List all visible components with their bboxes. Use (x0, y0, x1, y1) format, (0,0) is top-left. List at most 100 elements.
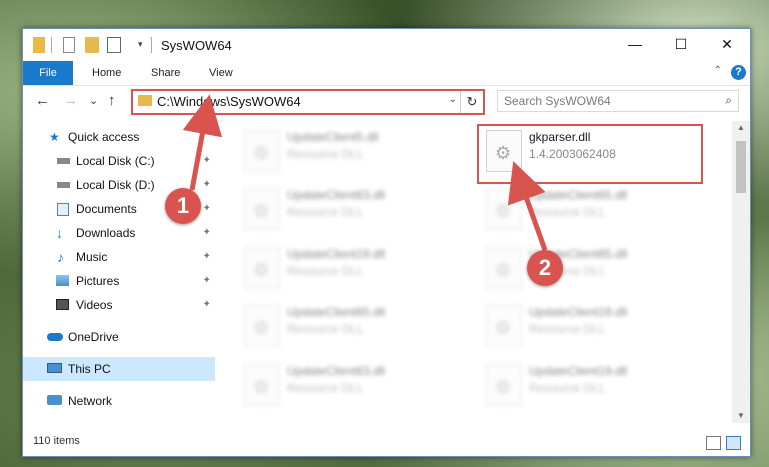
folder-icon (33, 37, 45, 53)
cloud-icon (47, 333, 63, 341)
tab-file[interactable]: File (23, 61, 73, 85)
tab-share[interactable]: Share (151, 61, 180, 85)
file-name: UpdateClient19.dll (287, 247, 386, 261)
network-icon (47, 395, 62, 405)
gear-icon: ⚙ (495, 377, 512, 397)
sidebar-item-onedrive[interactable]: OneDrive (23, 325, 215, 349)
sidebar-item-label: Network (68, 394, 113, 408)
file-item[interactable]: ⚙ UpdateClient19.dll Resource DLL (242, 243, 452, 291)
up-button[interactable]: ↑ (108, 92, 116, 109)
dll-file-icon: ⚙ (244, 130, 280, 172)
minimize-button[interactable]: — (612, 29, 658, 61)
sidebar-item-network[interactable]: Network (23, 389, 215, 413)
file-item[interactable]: ⚙ UpdateClient65.dll Resource DLL (484, 243, 694, 291)
collapse-ribbon-icon[interactable]: ⌃ (714, 65, 722, 76)
dll-file-icon: ⚙ (486, 305, 522, 347)
file-item[interactable]: ⚙ UpdateClient5.dll Resource DLL (242, 126, 452, 174)
sidebar-item-local-disk-c[interactable]: Local Disk (C:) ✦ (23, 149, 215, 173)
vertical-scrollbar[interactable]: ▲ ▼ (732, 121, 750, 423)
search-icon[interactable]: ⌕ (725, 93, 732, 108)
file-description: Resource DLL (287, 381, 364, 395)
maximize-button[interactable]: ☐ (658, 29, 704, 61)
computer-icon (47, 363, 62, 373)
status-bar: 110 items (23, 431, 750, 455)
refresh-button[interactable]: ↻ (460, 91, 483, 113)
sidebar-item-label: Videos (76, 298, 113, 312)
file-description: Resource DLL (529, 381, 606, 395)
forward-button[interactable]: → (63, 92, 78, 109)
file-item[interactable]: ⚙ UpdateClient19.dll Resource DLL (484, 301, 694, 349)
details-view-icon[interactable] (706, 436, 721, 450)
address-bar[interactable]: C:\Windows\SysWOW64 ⌄ ↻ (131, 89, 485, 115)
sidebar-item-downloads[interactable]: ↓ Downloads ✦ (23, 221, 215, 245)
file-name: UpdateClient65.dll (287, 305, 386, 319)
sidebar-item-videos[interactable]: Videos ✦ (23, 293, 215, 317)
gear-icon: ⚙ (253, 318, 270, 338)
file-item[interactable]: ⚙ UpdateClient65.dll Resource DLL (242, 301, 452, 349)
address-path[interactable]: C:\Windows\SysWOW64 (157, 94, 301, 109)
sidebar-item-music[interactable]: ♪ Music ✦ (23, 245, 215, 269)
dll-file-icon: ⚙ (486, 364, 522, 406)
highlight-box (477, 124, 703, 184)
tab-view[interactable]: View (209, 61, 233, 85)
pin-icon[interactable]: ✦ (203, 173, 211, 197)
file-item[interactable]: ⚙ UpdateClient19.dll Resource DLL (484, 360, 694, 408)
tab-home[interactable]: Home (92, 61, 121, 85)
pin-icon[interactable]: ✦ (203, 197, 211, 221)
pin-icon[interactable]: ✦ (203, 221, 211, 245)
chevron-down-icon[interactable]: ▾ (138, 39, 143, 55)
item-count: 110 items (33, 435, 80, 447)
separator (151, 37, 152, 53)
gear-icon: ⚙ (253, 260, 270, 280)
step-1-badge: 1 (165, 188, 201, 224)
chevron-down-icon[interactable]: ⌄ (449, 94, 457, 105)
file-description: Resource DLL (287, 264, 364, 278)
drive-icon (57, 182, 70, 188)
pin-icon[interactable]: ✦ (203, 293, 211, 317)
customize-toolbar-icon[interactable] (107, 37, 121, 53)
recent-locations-button[interactable]: ⌄ (89, 94, 98, 107)
file-item[interactable]: ⚙ UpdateClient65.dll Resource DLL (484, 184, 694, 232)
pin-icon[interactable]: ✦ (203, 245, 211, 269)
scroll-down-icon[interactable]: ▼ (732, 409, 750, 423)
pictures-icon (56, 275, 69, 286)
search-box[interactable]: Search SysWOW64 ⌕ (497, 90, 739, 112)
dll-file-icon: ⚙ (244, 364, 280, 406)
music-icon: ♪ (57, 249, 64, 265)
file-list: ⚙ gkparser.dll 1.4.2003062408 ⚙ UpdateCl… (216, 121, 732, 423)
sidebar-item-label: Music (76, 250, 108, 264)
sidebar-item-label: Downloads (76, 226, 136, 240)
gear-icon: ⚙ (495, 201, 512, 221)
search-placeholder[interactable]: Search SysWOW64 (504, 94, 611, 108)
file-item[interactable]: ⚙ UpdateClient63.dll Resource DLL (242, 184, 452, 232)
sidebar-item-this-pc[interactable]: This PC (23, 357, 215, 381)
sidebar-item-label: Pictures (76, 274, 120, 288)
file-name: UpdateClient63.dll (287, 188, 386, 202)
scroll-thumb[interactable] (736, 141, 746, 193)
dll-file-icon: ⚙ (486, 247, 522, 289)
file-name: UpdateClient19.dll (529, 305, 628, 319)
new-folder-icon[interactable] (85, 37, 99, 53)
help-icon[interactable]: ? (731, 65, 746, 80)
pin-icon[interactable]: ✦ (203, 269, 211, 293)
sidebar-item-label: Documents (76, 202, 137, 216)
window-title: SysWOW64 (161, 38, 232, 53)
dll-file-icon: ⚙ (244, 305, 280, 347)
dll-file-icon: ⚙ (244, 188, 280, 230)
close-button[interactable]: ✕ (704, 29, 750, 61)
file-description: Resource DLL (529, 205, 606, 219)
properties-icon[interactable] (63, 37, 75, 53)
gear-icon: ⚙ (495, 318, 512, 338)
sidebar-item-pictures[interactable]: Pictures ✦ (23, 269, 215, 293)
sidebar-item-label: OneDrive (68, 330, 119, 344)
file-name: UpdateClient19.dll (529, 364, 628, 378)
file-item[interactable]: ⚙ UpdateClient63.dll Resource DLL (242, 360, 452, 408)
back-button[interactable]: ← (35, 92, 50, 109)
sidebar-item-quick-access[interactable]: ★ Quick access (23, 125, 215, 149)
file-name: UpdateClient5.dll (287, 130, 379, 144)
large-icons-view-icon[interactable] (726, 436, 741, 450)
gear-icon: ⚙ (253, 377, 270, 397)
file-description: Resource DLL (287, 205, 364, 219)
pin-icon[interactable]: ✦ (203, 149, 211, 173)
scroll-up-icon[interactable]: ▲ (732, 121, 750, 135)
